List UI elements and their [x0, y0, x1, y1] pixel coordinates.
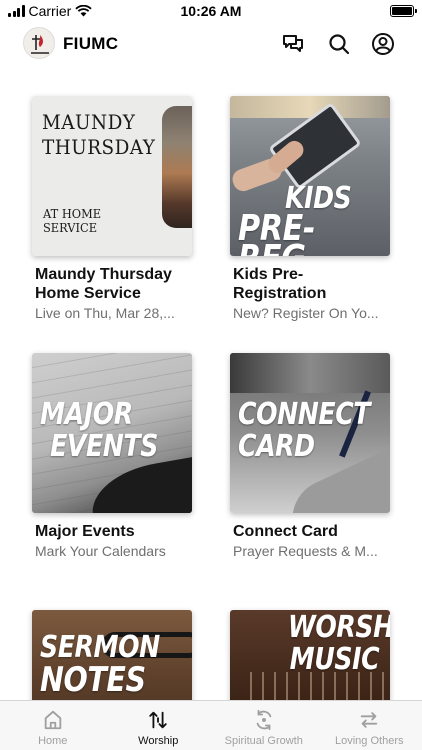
- church-logo[interactable]: [23, 27, 55, 59]
- image-text: WORSHIP: [288, 610, 390, 645]
- battery-icon: [390, 5, 417, 17]
- exchange-arrows-icon: [361, 712, 378, 728]
- image-text: MAUNDY: [42, 110, 136, 134]
- image-text: SERVICE: [43, 221, 98, 235]
- card-title: Connect Card: [233, 523, 338, 540]
- image-text: AT HOME: [43, 207, 102, 221]
- card-subtitle: New? Register On Yo...: [233, 305, 379, 321]
- image-text: THURSDAY: [42, 135, 156, 159]
- card-maundy-thursday[interactable]: MAUNDY THURSDAY AT HOME SERVICE Maundy T…: [32, 96, 192, 322]
- tab-spiritual-growth[interactable]: Spiritual Growth: [211, 701, 317, 750]
- image-text: CARD: [238, 429, 315, 464]
- app-title: FIUMC: [63, 34, 119, 53]
- cross-flame-icon: [31, 35, 49, 54]
- search-icon[interactable]: [327, 32, 351, 56]
- tab-label: Home: [38, 735, 68, 747]
- card-subtitle: Prayer Requests & M...: [233, 543, 378, 559]
- card-image: CONNECT CARD: [230, 353, 390, 513]
- image-text: NOTES: [40, 660, 146, 700]
- image-text: EVENTS: [50, 429, 158, 464]
- card-title: Maundy Thursday Home Service: [35, 266, 172, 302]
- card-title: Kids Pre-Registration: [233, 266, 327, 302]
- worship-arrows-icon: [149, 711, 167, 729]
- bottom-tab-bar: Home Worship Spiritual Growth Loving Oth…: [0, 700, 422, 750]
- tab-loving-others[interactable]: Loving Others: [317, 701, 422, 750]
- card-image: MAJOR EVENTS: [32, 353, 192, 513]
- image-text: MUSIC: [289, 642, 380, 677]
- card-title: Major Events: [35, 523, 135, 540]
- card-subtitle: Mark Your Calendars: [35, 543, 166, 559]
- tab-label: Loving Others: [335, 735, 404, 747]
- status-time: 10:26 AM: [180, 3, 242, 19]
- image-text: CONNECT: [238, 397, 371, 432]
- tab-label: Worship: [138, 735, 179, 747]
- card-image: MAUNDY THURSDAY AT HOME SERVICE: [32, 96, 192, 256]
- status-bar: Carrier 10:26 AM: [0, 0, 422, 22]
- card-kids-pre-reg[interactable]: KIDS PRE-REG Kids Pre-Registration New? …: [230, 96, 390, 322]
- card-connect-card[interactable]: CONNECT CARD Connect Card Prayer Request…: [230, 353, 390, 560]
- profile-icon[interactable]: [371, 32, 395, 56]
- card-image: KIDS PRE-REG: [230, 96, 390, 256]
- chat-bubbles-icon[interactable]: [281, 32, 305, 56]
- growth-cycle-icon: [256, 709, 272, 731]
- app-header: FIUMC: [0, 24, 422, 64]
- image-text: MAJOR: [40, 397, 133, 432]
- image-text: PRE-REG: [238, 208, 315, 257]
- tab-worship[interactable]: Worship: [106, 701, 212, 750]
- tab-label: Spiritual Growth: [224, 735, 303, 747]
- card-subtitle: Live on Thu, Mar 28,...: [35, 305, 175, 321]
- card-major-events[interactable]: MAJOR EVENTS Major Events Mark Your Cale…: [32, 353, 192, 560]
- home-icon: [44, 710, 61, 730]
- tab-home[interactable]: Home: [0, 701, 106, 750]
